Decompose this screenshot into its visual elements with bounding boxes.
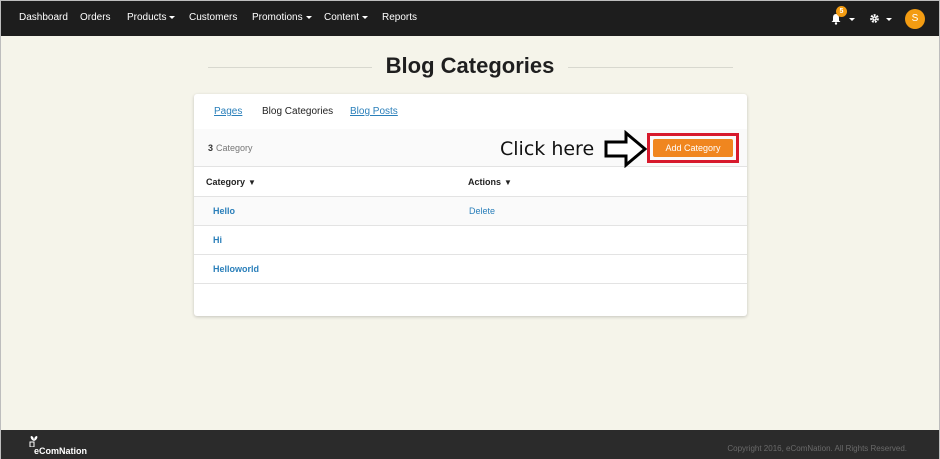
footer: eComNation Copyright 2016, eComNation. A… (1, 430, 939, 459)
top-navbar: Dashboard Orders Products Customers Prom… (1, 1, 939, 36)
chevron-down-icon (305, 15, 312, 19)
nav-products[interactable]: Products (127, 12, 176, 23)
highlight-frame: Add Category (647, 133, 739, 163)
nav-content[interactable]: Content (324, 12, 369, 23)
table-row: Hi (194, 226, 747, 255)
chevron-down-icon (849, 18, 855, 21)
page-title: Blog Categories (1, 53, 939, 79)
sort-down-icon: ▼ (248, 178, 256, 187)
chevron-down-icon (169, 15, 176, 19)
nav-reports[interactable]: Reports (382, 12, 417, 23)
page-title-text: Blog Categories (371, 53, 569, 78)
avatar[interactable]: S (905, 9, 925, 29)
category-name-link[interactable]: Hello (213, 206, 235, 216)
tab-blog-categories[interactable]: Blog Categories (262, 106, 333, 117)
nav-content-label: Content (324, 12, 360, 23)
add-category-button[interactable]: Add Category (653, 139, 733, 157)
table-row: Helloworld (194, 255, 747, 284)
column-header-category-label: Category (206, 177, 246, 187)
notification-badge: 5 (836, 6, 847, 17)
brand-name: eComNation (34, 446, 88, 456)
click-here-annotation: Click here (500, 138, 595, 160)
gear-icon[interactable] (869, 13, 880, 24)
category-count-number: 3 (208, 143, 214, 153)
nav-promotions[interactable]: Promotions (252, 12, 312, 23)
copyright-text: Copyright 2016, eComNation. All Rights R… (727, 444, 907, 453)
toolbar: 3 Category Click here Add Category (194, 129, 747, 168)
nav-orders[interactable]: Orders (80, 12, 111, 23)
nav-customers[interactable]: Customers (189, 12, 237, 23)
sort-down-icon: ▼ (504, 178, 512, 187)
tab-blog-posts[interactable]: Blog Posts (350, 106, 398, 117)
column-header-actions-label: Actions (468, 177, 502, 187)
chevron-down-icon (886, 18, 892, 21)
nav-products-label: Products (127, 12, 167, 23)
nav-dashboard[interactable]: Dashboard (19, 12, 68, 23)
category-count: 3 Category (208, 143, 253, 153)
column-header-actions[interactable]: Actions ▼ (468, 177, 512, 187)
column-header-category[interactable]: Category ▼ (206, 177, 256, 187)
table-row: Hello Delete (194, 197, 747, 226)
chevron-down-icon (362, 15, 369, 19)
nav-promotions-label: Promotions (252, 12, 303, 23)
table-header: Category ▼ Actions ▼ (194, 167, 747, 197)
blog-categories-card: Pages Blog Categories Blog Posts 3 Catego… (194, 94, 747, 316)
arrow-right-icon (604, 130, 648, 168)
category-name-link[interactable]: Helloworld (213, 264, 259, 274)
tab-pages[interactable]: Pages (214, 106, 242, 117)
category-count-label: Category (216, 143, 253, 153)
category-name-link[interactable]: Hi (213, 235, 222, 245)
delete-link[interactable]: Delete (469, 206, 495, 216)
